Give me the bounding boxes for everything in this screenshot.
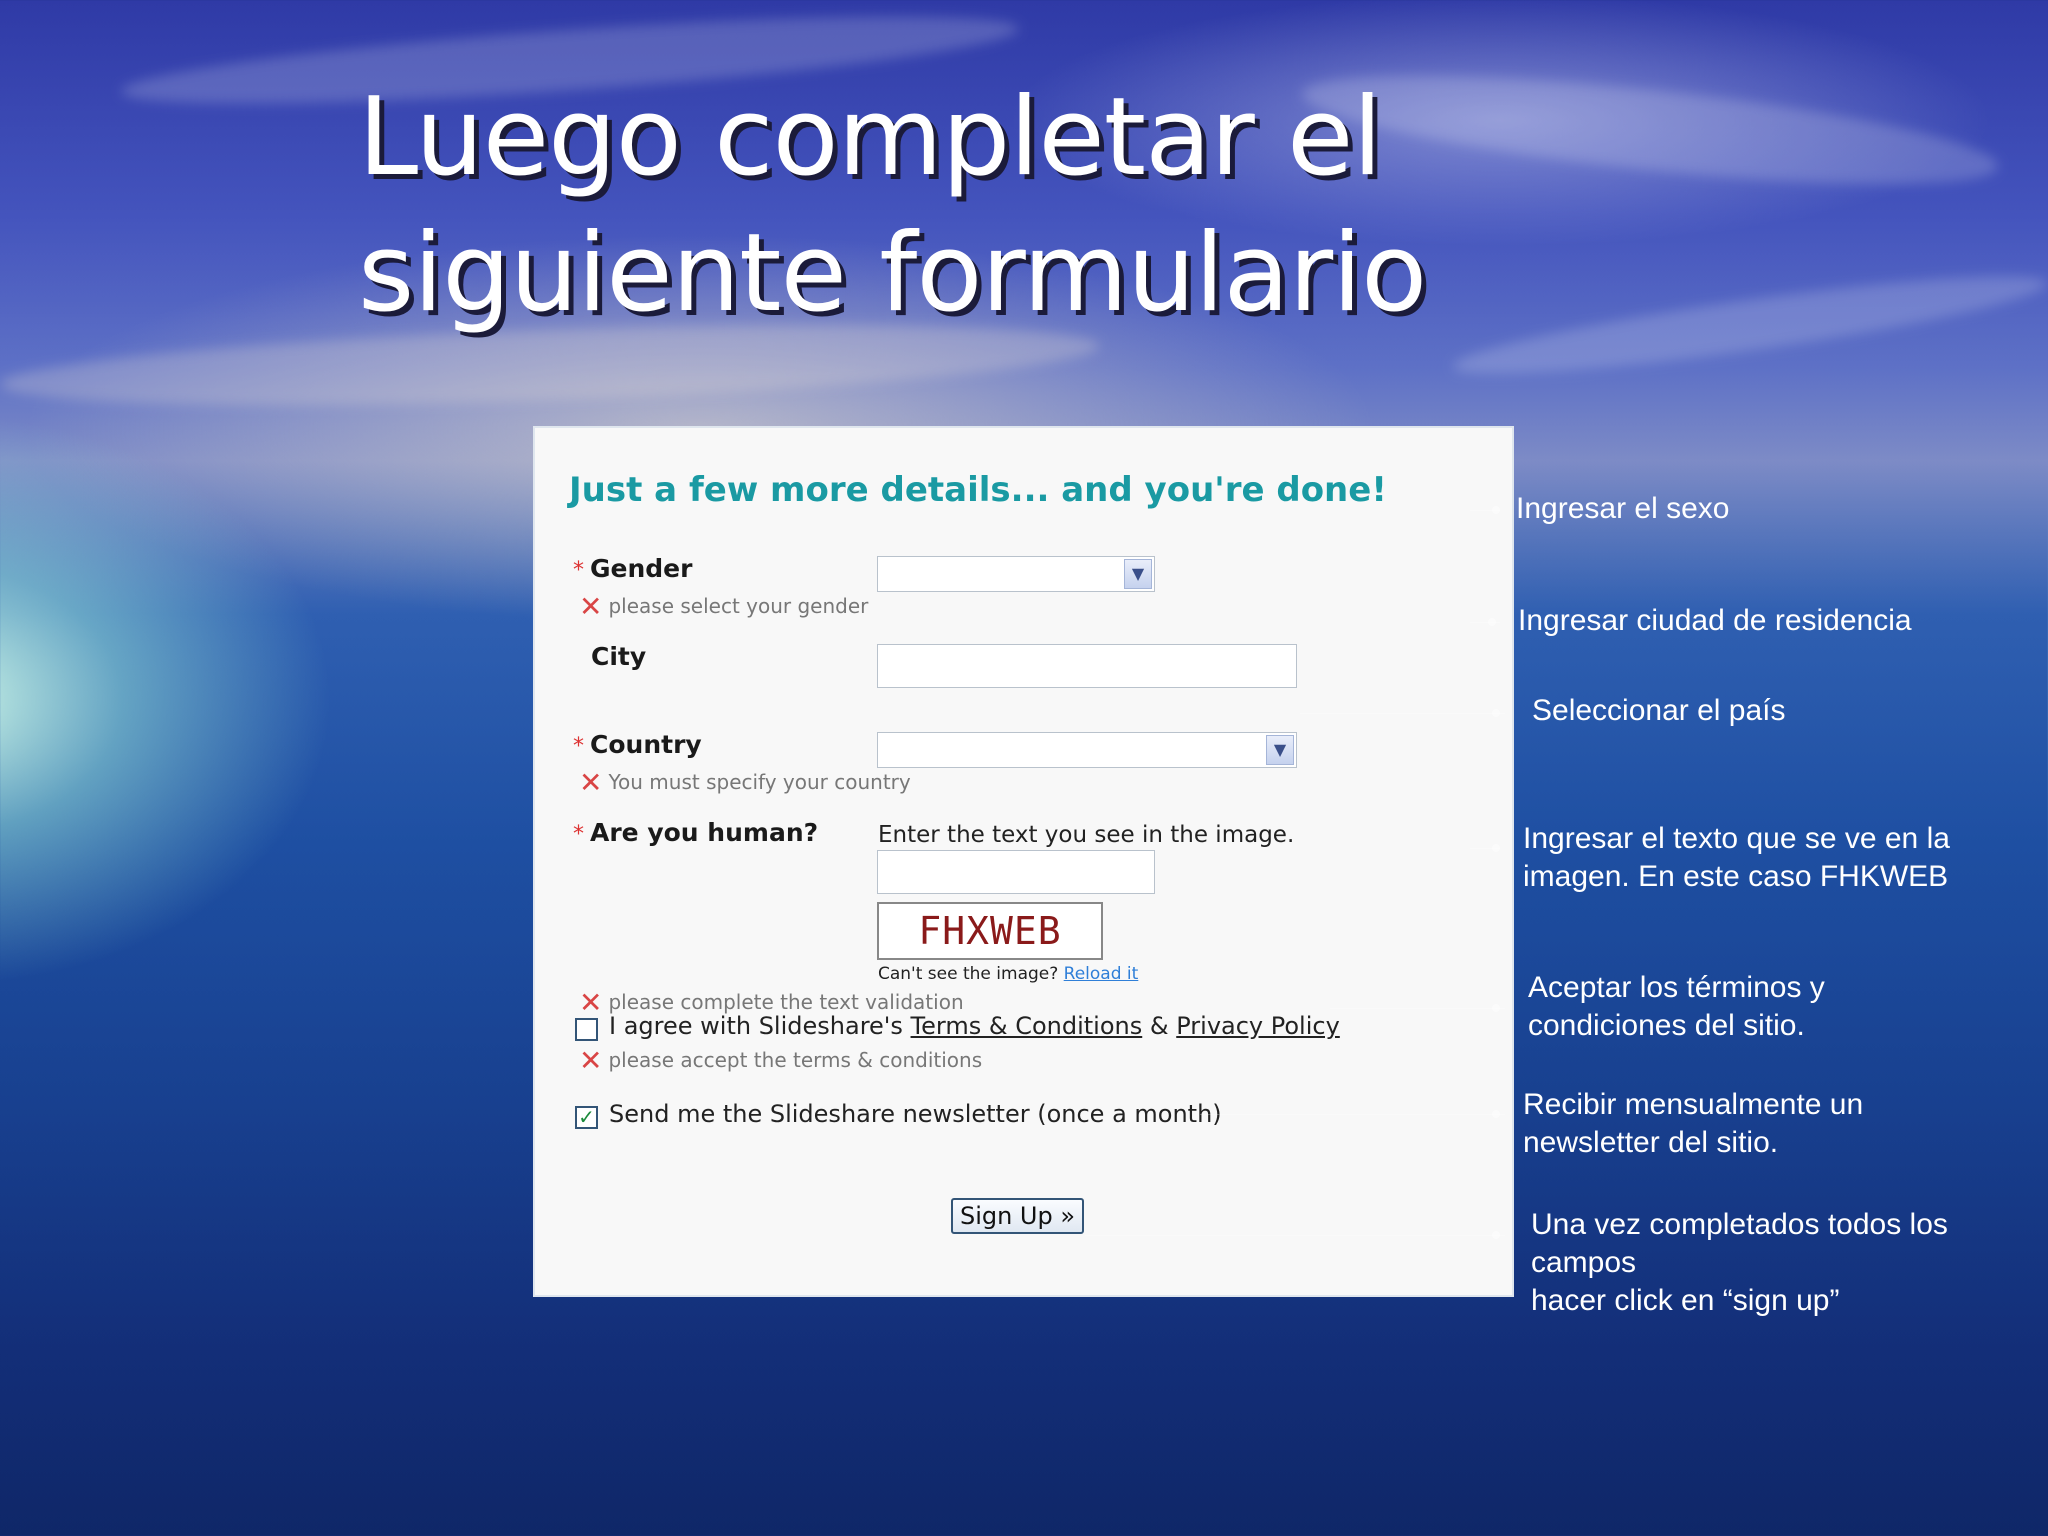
note-captcha-line: Ingresar el texto que se ve en la — [1523, 822, 1950, 855]
reload-captcha-link[interactable]: Reload it — [1064, 964, 1139, 984]
chevron-down-icon: ▼ — [1124, 559, 1152, 589]
human-label: * Are you human? — [573, 818, 818, 847]
note-signup: Una vez completados todos los campos hac… — [1531, 1206, 1948, 1320]
gender-label-text: Gender — [590, 554, 693, 583]
country-label: * Country — [573, 730, 702, 759]
note-signup-line: hacer click en “sign up” — [1531, 1284, 1840, 1317]
note-signup-line: campos — [1531, 1246, 1637, 1279]
cloud-streak — [1449, 258, 2048, 392]
slide-title-line-1: Luego completar el — [358, 75, 1383, 200]
form-heading: Just a few more details... and you're do… — [569, 470, 1387, 510]
bullet-dot — [1492, 709, 1500, 717]
note-country-line: Seleccionar el país — [1532, 694, 1786, 727]
captcha-error-text: please complete the text validation — [608, 990, 964, 1014]
slide-title: Luego completar el siguiente formulario — [358, 70, 1427, 342]
close-x-icon: ✕ — [579, 590, 603, 623]
note-captcha: Ingresar el texto que se ve en la imagen… — [1523, 820, 1950, 896]
note-country: Seleccionar el país — [1532, 692, 1785, 730]
close-x-icon: ✕ — [579, 1044, 603, 1077]
country-error-text: You must specify your country — [608, 770, 911, 794]
gender-label: * Gender — [573, 554, 692, 583]
note-terms-line: Aceptar los términos y — [1528, 971, 1825, 1004]
country-label-text: Country — [590, 730, 702, 759]
gender-select[interactable]: ▼ — [877, 556, 1155, 592]
cant-see-text: Can't see the image? — [878, 964, 1059, 984]
slide-title-line-2: siguiente formulario — [358, 211, 1427, 336]
captcha-instruction: Enter the text you see in the image. — [878, 822, 1295, 848]
bullet-dot — [1492, 1231, 1500, 1239]
captcha-image: FHXWEB — [877, 902, 1103, 960]
city-label: City — [591, 642, 647, 671]
note-newsletter-line: Recibir mensualmente un — [1523, 1088, 1864, 1121]
note-gender: Ingresar el sexo — [1516, 490, 1729, 528]
required-mark: * — [573, 822, 584, 847]
connector-line — [1085, 1235, 1505, 1236]
note-city: Ingresar ciudad de residencia — [1518, 602, 1912, 640]
city-input[interactable] — [877, 644, 1297, 688]
terms-label: I agree with Slideshare's Terms & Condit… — [609, 1012, 1340, 1040]
note-terms-line: condiciones del sitio. — [1528, 1009, 1805, 1042]
terms-checkbox[interactable] — [575, 1018, 598, 1041]
connector-line — [1300, 713, 1505, 714]
chevron-down-icon: ▼ — [1266, 735, 1294, 765]
terms-error: ✕ please accept the terms & conditions — [579, 1044, 982, 1077]
gender-error-text: please select your gender — [608, 594, 869, 618]
bullet-dot — [1492, 844, 1500, 852]
gender-error: ✕ please select your gender — [579, 590, 868, 623]
terms-conditions-link[interactable]: Terms & Conditions — [911, 1012, 1143, 1040]
bullet-dot — [1492, 506, 1500, 514]
country-error: ✕ You must specify your country — [579, 766, 911, 799]
country-select[interactable]: ▼ — [877, 732, 1297, 768]
captcha-help: Can't see the image? Reload it — [878, 964, 1138, 984]
terms-prefix: I agree with Slideshare's — [609, 1012, 903, 1040]
note-signup-line: Una vez completados todos los — [1531, 1208, 1948, 1241]
terms-error-text: please accept the terms & conditions — [608, 1048, 983, 1072]
newsletter-label: Send me the Slideshare newsletter (once … — [609, 1100, 1222, 1128]
note-gender-line: Ingresar el sexo — [1516, 492, 1730, 525]
note-city-line: Ingresar ciudad de residencia — [1518, 604, 1912, 637]
close-x-icon: ✕ — [579, 766, 603, 799]
terms-amp: & — [1149, 1012, 1169, 1040]
note-newsletter: Recibir mensualmente un newsletter del s… — [1523, 1086, 1863, 1162]
note-terms: Aceptar los términos y condiciones del s… — [1528, 969, 1825, 1045]
bullet-dot — [1492, 1004, 1500, 1012]
required-mark: * — [573, 734, 584, 759]
bullet-dot — [1492, 1110, 1500, 1118]
sign-up-button[interactable]: Sign Up » — [951, 1198, 1084, 1234]
newsletter-checkbox[interactable]: ✓ — [575, 1106, 598, 1129]
privacy-policy-link[interactable]: Privacy Policy — [1176, 1012, 1340, 1040]
connector-line — [1200, 1114, 1505, 1115]
connector-line — [1330, 1008, 1505, 1009]
note-newsletter-line: newsletter del sitio. — [1523, 1126, 1779, 1159]
required-mark: * — [573, 558, 584, 583]
note-captcha-line: imagen. En este caso FHKWEB — [1523, 860, 1949, 893]
bullet-dot — [1488, 618, 1496, 626]
signup-form-panel: Just a few more details... and you're do… — [533, 426, 1514, 1297]
captcha-input[interactable] — [877, 850, 1155, 894]
human-label-text: Are you human? — [590, 818, 819, 847]
check-icon: ✓ — [578, 1105, 595, 1129]
close-x-icon: ✕ — [579, 986, 603, 1019]
